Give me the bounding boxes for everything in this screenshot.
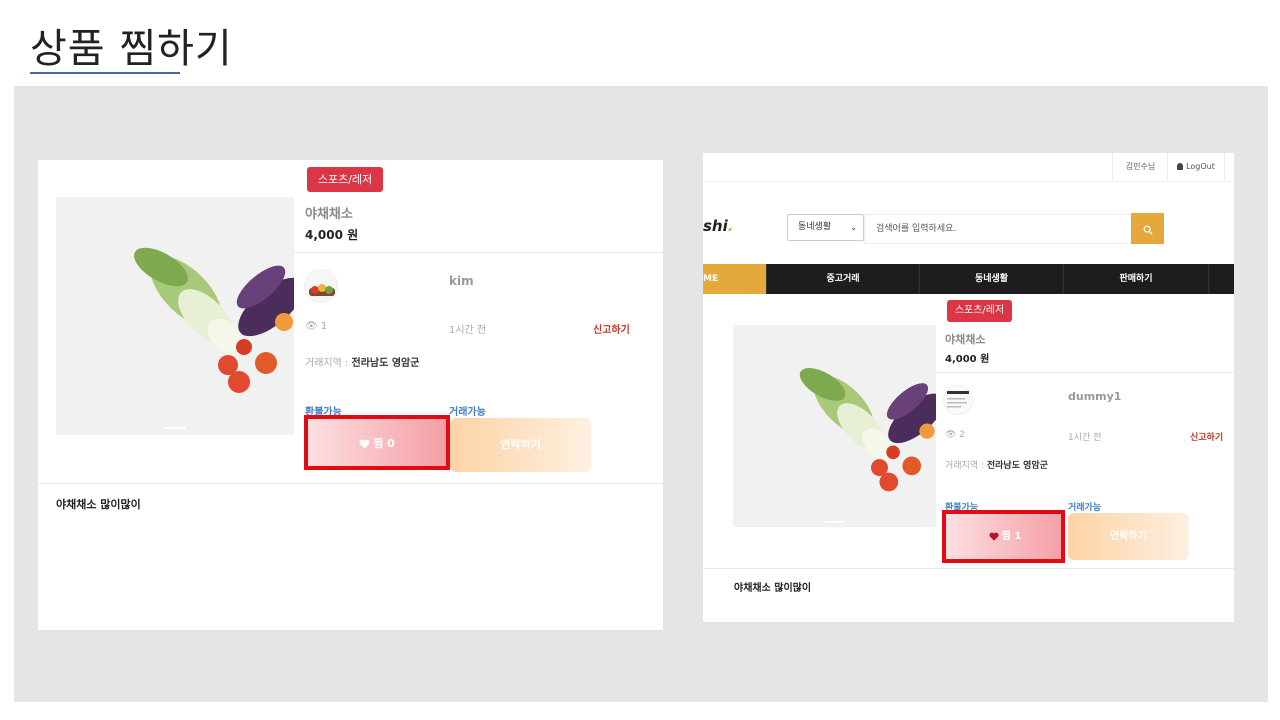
contact-button[interactable]: 연락하기 [450,418,591,472]
product-description: 야채채소 많이많이 [734,583,812,594]
eye-icon: 👁 [945,430,960,440]
search-category-select[interactable]: 동네생활 ⌄ [787,214,864,241]
report-link[interactable]: 신고하기 [593,321,630,336]
highlight-box [942,510,1065,563]
category-badge: 스포츠/레저 [307,167,383,192]
time-ago: 1시간 전 [449,325,487,336]
product-price: 4,000 원 [305,228,359,242]
product-price: 4,000 원 [945,354,990,365]
vegetable-image [134,247,294,393]
logout-button[interactable]: LogOut [1167,153,1225,181]
vegetable-image [799,368,936,492]
slider-indicator[interactable] [164,427,186,429]
trade-area-value: 전라남도 영암군 [351,358,420,369]
view-count-value: 2 [959,430,966,440]
product-detail-before: 스포츠/레저 야채채소 4,000 원 kim 👁 1 1시간 전 신고하기 거… [38,160,663,630]
divider [38,483,663,484]
view-count: 👁 1 [305,321,327,332]
divider [703,568,1234,569]
product-title: 야채채소 [305,207,353,222]
eye-icon: 👁 [305,321,321,332]
category-badge: 스포츠/레저 [947,300,1012,322]
site-logo[interactable]: shi. [703,217,733,235]
contact-button[interactable]: 연락하기 [1068,513,1189,560]
nav-neighborhood[interactable]: 동네생활 [920,264,1064,294]
trade-area: 거래지역 : 전라남도 영암군 [945,458,1048,471]
seller-avatar [304,269,338,303]
product-description: 야채채소 많이많이 [56,498,141,511]
user-name[interactable]: 김민수님 [1112,153,1168,181]
logo-text: shi [703,217,728,235]
seller-name[interactable]: dummy1 [1068,390,1121,403]
search-icon [1143,225,1153,235]
trade-area-label: 거래지역 : [305,358,352,369]
product-title: 야채채소 [945,333,986,346]
nav-home[interactable]: ME [703,264,767,294]
divider [293,252,663,253]
search-button[interactable] [1131,213,1164,244]
divider [936,372,1234,373]
slider-indicator[interactable] [825,521,843,523]
view-count-value: 1 [320,321,328,332]
search-category-value: 동네생활 [798,222,832,232]
divider [703,181,1234,182]
logout-label: LogOut [1186,162,1215,171]
trade-status: 거래가능 [449,407,486,418]
seller-avatar [943,385,973,415]
trade-area-label: 거래지역 : [945,461,987,471]
nav-used-trade[interactable]: 중고거래 [767,264,920,294]
seller-name[interactable]: kim [449,274,474,288]
main-nav: ME 중고거래 동네생활 판매하기 [703,264,1234,294]
report-link[interactable]: 신고하기 [1190,430,1223,443]
user-icon [1177,163,1184,170]
search-input[interactable]: 검색어를 입력하세요. [864,214,1132,244]
chevron-down-icon: ⌄ [850,223,857,232]
highlight-box [304,415,450,470]
product-image [56,197,294,435]
product-detail-after: 김민수님 LogOut shi. 동네생활 ⌄ 검색어를 입력하세요. ME 중고… [703,153,1234,622]
nav-sell[interactable]: 판매하기 [1064,264,1209,294]
slide-title: 상품 찜하기 [30,26,233,72]
trade-status: 거래가능 [1068,503,1102,513]
time-ago: 1시간 전 [1068,433,1102,443]
product-image [733,325,936,527]
slide: 상품 찜하기 스포츠/레저 야채채소 4,000 원 kim 👁 1 1시간 전… [0,0,1280,720]
title-underline [30,72,180,74]
logo-dot: . [727,217,734,235]
trade-area-value: 전라남도 영암군 [986,461,1048,471]
view-count: 👁 2 [945,430,965,440]
trade-area: 거래지역 : 전라남도 영암군 [305,354,419,369]
